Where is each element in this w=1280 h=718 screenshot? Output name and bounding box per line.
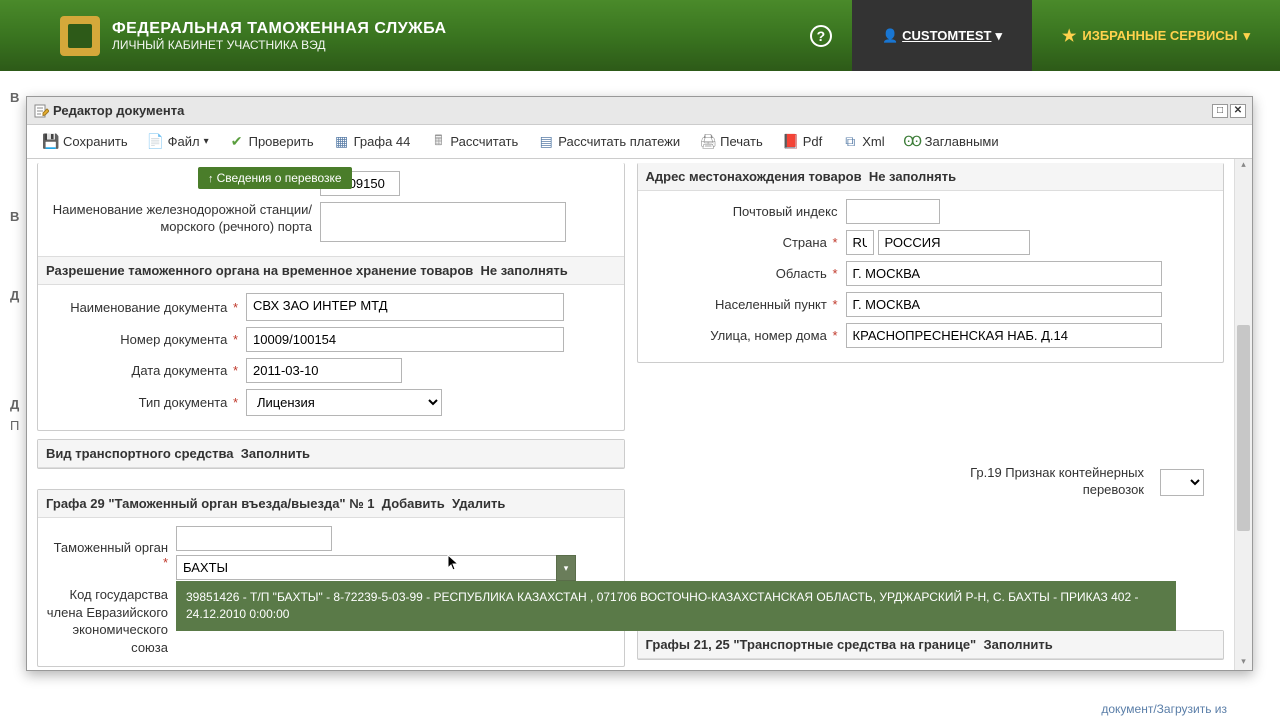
dialog-title-text: Редактор документа [53,103,184,118]
zip-input[interactable] [846,199,940,224]
address-panel: Адрес местонахождения товаров Не заполня… [637,163,1225,363]
g19-label: Гр.19 Признак контейнерных перевозок [952,465,1152,499]
station-input[interactable] [320,202,566,242]
transport-panel: а * Наименование железнодорожной станции… [37,163,625,431]
left-column: а * Наименование железнодорожной станции… [37,163,625,660]
street-input[interactable] [846,323,1162,348]
autocomplete-item[interactable]: 39851426 - Т/П "БАХТЫ" - 8-72239-5-03-99… [176,581,1176,631]
dialog-titlebar: Редактор документа □ ✕ [27,97,1252,125]
eaeu-label: Код государства члена Евразийского эконо… [46,586,176,656]
doc-name-label: Наименование документа * [46,300,246,315]
doc-date-input[interactable] [246,358,402,383]
region-label: Область * [646,266,846,281]
calculate-button[interactable]: 🖩Рассчитать [422,130,526,154]
brand-main: ФЕДЕРАЛЬНАЯ ТАМОЖЕННАЯ СЛУЖБА [112,19,447,38]
save-button[interactable]: 💾Сохранить [35,130,136,154]
permit-header: Разрешение таможенного органа на временн… [38,256,624,285]
file-icon: 📄 [148,134,164,150]
caret-down-icon: ▾ [204,136,209,147]
xml-icon: ⧉ [842,134,858,150]
doc-date-label: Дата документа * [46,363,246,378]
doc-num-label: Номер документа * [46,332,246,347]
money-icon: ▤ [538,134,554,150]
doc-type-select[interactable]: Лицензия [246,389,442,416]
customs-code-input[interactable] [176,526,332,551]
user-name: CUSTOMTEST [902,28,991,43]
favorites-label: ИЗБРАННЫЕ СЕРВИСЫ [1082,28,1237,43]
doc-num-input[interactable] [246,327,564,352]
user-menu[interactable]: 👤 CUSTOMTEST ▾ [852,0,1032,71]
dropdown-button[interactable]: ▾ [556,555,576,581]
calculator-icon: 🖩 [430,134,446,150]
document-editor-dialog: Редактор документа □ ✕ 💾Сохранить 📄Файл▾… [26,96,1253,671]
check-button[interactable]: ✔Проверить [221,130,322,154]
print-button[interactable]: 🖨Печать [692,130,771,154]
fcs-logo-icon [60,16,100,56]
disk-icon: 💾 [43,134,59,150]
station-row: Наименование железнодорожной станции/ мо… [46,202,616,242]
region-input[interactable] [846,261,1162,286]
vertical-scrollbar[interactable]: ▴ ▾ [1234,159,1252,670]
g21-25-fill-link[interactable]: Заполнить [983,637,1052,652]
g29-add-link[interactable]: Добавить [382,496,445,511]
zip-label: Почтовый индекс [646,204,846,219]
doc-type-label: Тип документа * [46,395,246,410]
customs-label: Таможенный орган * [46,526,176,570]
g19-row: Гр.19 Признак контейнерных перевозок [637,465,1225,499]
addr-toggle-link[interactable]: Не заполнять [869,169,956,184]
city-input[interactable] [846,292,1162,317]
street-label: Улица, номер дома * [646,328,846,343]
print-icon: 🖨 [700,134,716,150]
permit-toggle-link[interactable]: Не заполнять [481,263,568,278]
favorites-menu[interactable]: ★ ИЗБРАННЫЕ СЕРВИСЫ ▾ [1032,0,1280,71]
g29-panel: Графа 29 "Таможенный орган въезда/выезда… [37,489,625,667]
pdf-icon: 📕 [783,134,799,150]
caret-down-icon: ▾ [995,28,1002,44]
user-icon: 👤 [882,28,898,44]
xml-button[interactable]: ⧉Xml [834,130,892,154]
brand-text: ФЕДЕРАЛЬНАЯ ТАМОЖЕННАЯ СЛУЖБА ЛИЧНЫЙ КАБ… [112,19,447,53]
country-label: Страна * [646,235,846,250]
pdf-button[interactable]: 📕Pdf [775,130,831,154]
city-label: Населенный пункт * [646,297,846,312]
maximize-button[interactable]: □ [1212,104,1228,118]
country-code-input[interactable] [846,230,874,255]
g29-delete-link[interactable]: Удалить [452,496,505,511]
vehicle-fill-link[interactable]: Заполнить [241,446,310,461]
column-icon: ▦ [334,134,350,150]
caps-icon: Ꙭ [905,134,921,150]
capitalize-button[interactable]: ꙬЗаглавными [897,130,1007,154]
calculate-payments-button[interactable]: ▤Рассчитать платежи [530,130,688,154]
app-header: ФЕДЕРАЛЬНАЯ ТАМОЖЕННАЯ СЛУЖБА ЛИЧНЫЙ КАБ… [0,0,1280,71]
bottom-content-peek: документ/Загрузить из [1101,690,1227,718]
brand-sub: ЛИЧНЫЙ КАБИНЕТ УЧАСТНИКА ВЭД [112,38,447,52]
country-name-input[interactable] [878,230,1030,255]
toolbar: 💾Сохранить 📄Файл▾ ✔Проверить ▦Графа 44 🖩… [27,125,1252,159]
caret-down-icon: ▾ [1243,28,1250,44]
g21-25-panel: Графы 21, 25 "Транспортные средства на г… [637,630,1225,660]
dialog-body: Сведения о перевозке а * Наименование же… [27,159,1252,670]
close-button[interactable]: ✕ [1230,104,1246,118]
customs-search-input[interactable] [176,555,576,580]
station-label: Наименование железнодорожной станции/ мо… [46,202,320,236]
edit-icon [33,103,49,119]
column44-button[interactable]: ▦Графа 44 [326,130,419,154]
transport-info-hint: Сведения о перевозке [198,167,352,189]
doc-name-input[interactable]: СВХ ЗАО ИНТЕР МТД [246,293,564,321]
file-menu[interactable]: 📄Файл▾ [140,130,217,154]
g19-select[interactable] [1160,469,1204,496]
help-icon[interactable]: ? [810,25,832,47]
scrollbar-thumb[interactable] [1237,325,1250,531]
autocomplete-list: 39851426 - Т/П "БАХТЫ" - 8-72239-5-03-99… [176,581,1176,631]
star-icon: ★ [1062,26,1076,46]
vehicle-type-panel: Вид транспортного средства Заполнить [37,439,625,469]
check-icon: ✔ [229,134,245,150]
